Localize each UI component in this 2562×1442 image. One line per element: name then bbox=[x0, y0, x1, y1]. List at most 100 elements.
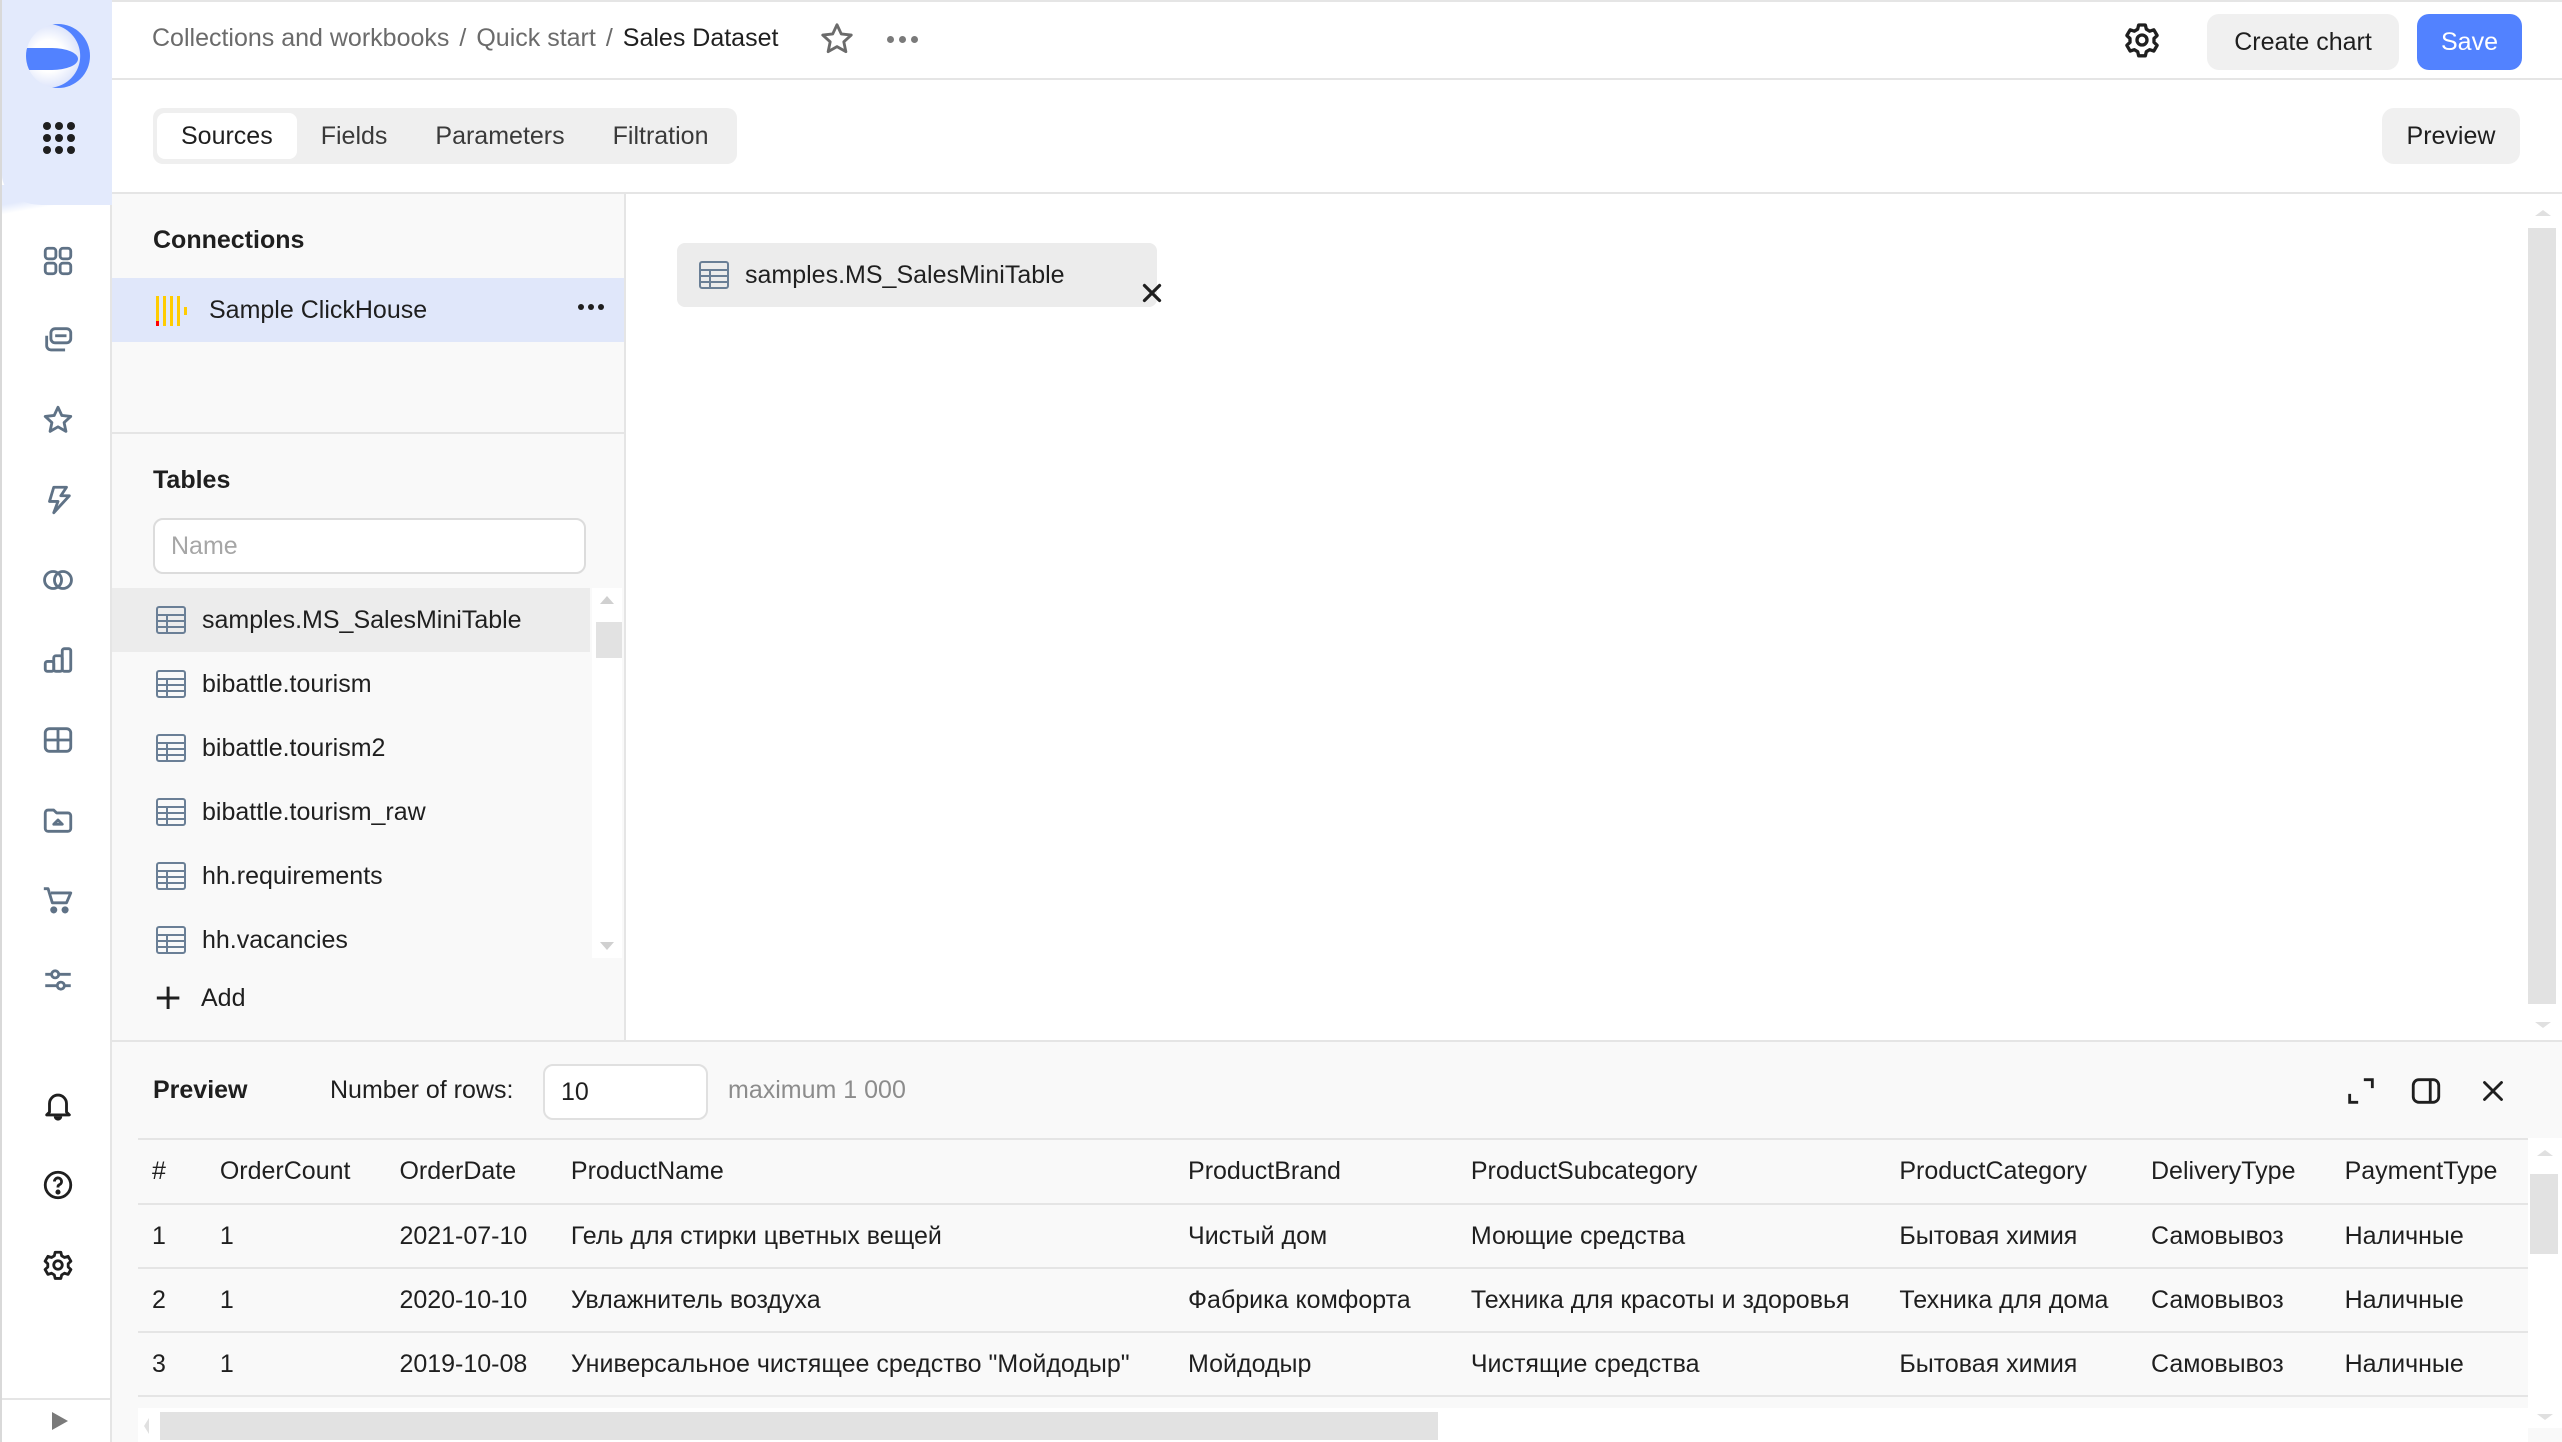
datalens-logo[interactable] bbox=[26, 24, 90, 88]
bell-icon[interactable] bbox=[40, 1087, 76, 1123]
cell: 1 bbox=[205, 1204, 386, 1269]
cell: Чистящие средства bbox=[1456, 1332, 1886, 1397]
lightning-icon[interactable] bbox=[40, 482, 76, 518]
nav-divider bbox=[2, 1398, 112, 1400]
add-label: Add bbox=[201, 983, 246, 1012]
scroll-down-icon[interactable] bbox=[2537, 1414, 2553, 1420]
scrollbar-thumb[interactable] bbox=[596, 622, 622, 658]
table-item[interactable]: hh.vacancies bbox=[112, 908, 590, 958]
sources-canvas: samples.MS_SalesMiniTable bbox=[626, 194, 2532, 1040]
scrollbar-thumb[interactable] bbox=[2528, 228, 2556, 1004]
expand-nav-icon[interactable] bbox=[48, 1410, 70, 1432]
workbook-folder-icon[interactable] bbox=[40, 802, 76, 838]
remove-source-close-icon[interactable] bbox=[1115, 261, 1162, 303]
dock-side-icon[interactable] bbox=[2409, 1074, 2443, 1108]
scroll-down-icon[interactable] bbox=[2535, 1022, 2551, 1028]
scrollbar-thumb[interactable] bbox=[160, 1412, 1438, 1440]
cell: 1 bbox=[205, 1268, 386, 1333]
close-preview-icon[interactable] bbox=[2476, 1074, 2510, 1108]
table-row: 3 1 2019-10-08 Универсальное чистящее ср… bbox=[138, 1332, 2528, 1397]
table-item-label: hh.vacancies bbox=[202, 925, 348, 954]
connection-label: Sample ClickHouse bbox=[209, 295, 428, 324]
table-icon bbox=[156, 670, 186, 698]
scrollbar-thumb[interactable] bbox=[2530, 1174, 2558, 1254]
table-item[interactable]: hh.requirements bbox=[112, 844, 590, 908]
table-icon bbox=[156, 798, 186, 826]
source-chip[interactable]: samples.MS_SalesMiniTable bbox=[677, 243, 1162, 307]
table-item[interactable]: bibattle.tourism_raw bbox=[112, 780, 590, 844]
connections-title: Connections bbox=[153, 226, 305, 254]
connection-item[interactable]: Sample ClickHouse bbox=[112, 278, 624, 342]
tables-list: samples.MS_SalesMiniTable bibattle.touri… bbox=[112, 588, 624, 958]
table-search-input[interactable] bbox=[153, 518, 586, 574]
connection-more-icon[interactable] bbox=[578, 304, 604, 310]
cell: Самовывоз bbox=[2137, 1204, 2331, 1269]
preview-table: # OrderCount OrderDate ProductName Produ… bbox=[138, 1140, 2528, 1397]
column-header: OrderDate bbox=[385, 1140, 557, 1205]
preview-table-container: # OrderCount OrderDate ProductName Produ… bbox=[138, 1138, 2528, 1402]
create-chart-button[interactable]: Create chart bbox=[2207, 14, 2399, 70]
cell: Мойдодыр bbox=[1174, 1332, 1457, 1397]
dataset-tabs: Sources Fields Parameters Filtration bbox=[153, 108, 737, 164]
favorite-star-icon[interactable] bbox=[818, 20, 856, 58]
table-item-label: bibattle.tourism2 bbox=[202, 733, 386, 762]
cell: Увлажнитель воздуха bbox=[556, 1268, 1175, 1333]
rows-count-input[interactable] bbox=[543, 1064, 708, 1120]
fullscreen-icon[interactable] bbox=[2344, 1074, 2378, 1108]
tab-filtration[interactable]: Filtration bbox=[589, 113, 733, 159]
connections-rings-icon[interactable] bbox=[40, 562, 76, 598]
apps-menu-icon[interactable] bbox=[43, 122, 75, 154]
dashboard-grid-icon[interactable] bbox=[40, 243, 76, 279]
help-icon[interactable] bbox=[40, 1167, 76, 1203]
dataset-settings-gear-icon[interactable] bbox=[2122, 20, 2162, 60]
tab-parameters[interactable]: Parameters bbox=[411, 113, 588, 159]
add-table-button[interactable]: + Add bbox=[153, 980, 245, 1016]
gear-icon[interactable] bbox=[40, 1247, 76, 1283]
cell: 2020-10-10 bbox=[385, 1268, 557, 1333]
table-icon bbox=[156, 926, 186, 954]
preview-toggle-button[interactable]: Preview bbox=[2382, 108, 2520, 164]
tab-sources[interactable]: Sources bbox=[157, 113, 297, 159]
preview-vertical-scrollbar[interactable] bbox=[2528, 1138, 2562, 1428]
canvas-scrollbar[interactable] bbox=[2526, 194, 2562, 1040]
table-row: 1 1 2021-07-10 Гель для стирки цветных в… bbox=[138, 1204, 2528, 1269]
table-item-label: bibattle.tourism bbox=[202, 669, 372, 698]
breadcrumb-item-collections[interactable]: Collections and workbooks bbox=[152, 24, 449, 53]
scroll-up-icon[interactable] bbox=[2535, 210, 2551, 216]
datasets-grid-icon[interactable] bbox=[40, 722, 76, 758]
cell: Моющие средства bbox=[1456, 1204, 1886, 1269]
table-item[interactable]: samples.MS_SalesMiniTable bbox=[112, 588, 590, 652]
tab-fields[interactable]: Fields bbox=[297, 113, 412, 159]
table-icon bbox=[156, 734, 186, 762]
scroll-left-icon[interactable] bbox=[144, 1418, 149, 1434]
breadcrumb-item-quick-start[interactable]: Quick start bbox=[476, 24, 595, 53]
scroll-up-icon[interactable] bbox=[600, 596, 614, 604]
tables-title: Tables bbox=[153, 466, 231, 494]
tables-scrollbar[interactable] bbox=[592, 588, 622, 958]
cell: 2 bbox=[138, 1268, 206, 1333]
cell: Гель для стирки цветных вещей bbox=[556, 1204, 1175, 1269]
sources-panel: Connections Sample ClickHouse Tables sam… bbox=[112, 194, 626, 1040]
table-header-row: # OrderCount OrderDate ProductName Produ… bbox=[138, 1140, 2528, 1205]
save-button[interactable]: Save bbox=[2417, 14, 2522, 70]
rows-max-hint: maximum 1 000 bbox=[728, 1076, 906, 1104]
breadcrumb: Collections and workbooks / Quick start … bbox=[152, 24, 778, 53]
breadcrumb-current-dataset: Sales Dataset bbox=[622, 24, 779, 52]
scroll-down-icon[interactable] bbox=[600, 942, 614, 950]
marketplace-cart-icon[interactable] bbox=[40, 882, 76, 918]
column-header: DeliveryType bbox=[2137, 1140, 2331, 1205]
collections-icon[interactable] bbox=[40, 322, 76, 358]
cell: Фабрика комфорта bbox=[1174, 1268, 1457, 1333]
scroll-up-icon[interactable] bbox=[2537, 1150, 2553, 1156]
cell: Бытовая химия bbox=[1885, 1332, 2137, 1397]
more-actions-icon[interactable] bbox=[882, 24, 922, 54]
table-row: 2 1 2020-10-10 Увлажнитель воздуха Фабри… bbox=[138, 1268, 2528, 1333]
cell: 2019-10-08 bbox=[385, 1332, 557, 1397]
table-item[interactable]: bibattle.tourism2 bbox=[112, 716, 590, 780]
table-item[interactable]: bibattle.tourism bbox=[112, 652, 590, 716]
charts-bar-icon[interactable] bbox=[40, 642, 76, 678]
favorites-star-icon[interactable] bbox=[40, 402, 76, 438]
settings-sliders-icon[interactable] bbox=[40, 962, 76, 998]
clickhouse-icon bbox=[156, 296, 188, 326]
preview-horizontal-scrollbar[interactable] bbox=[138, 1408, 2528, 1442]
